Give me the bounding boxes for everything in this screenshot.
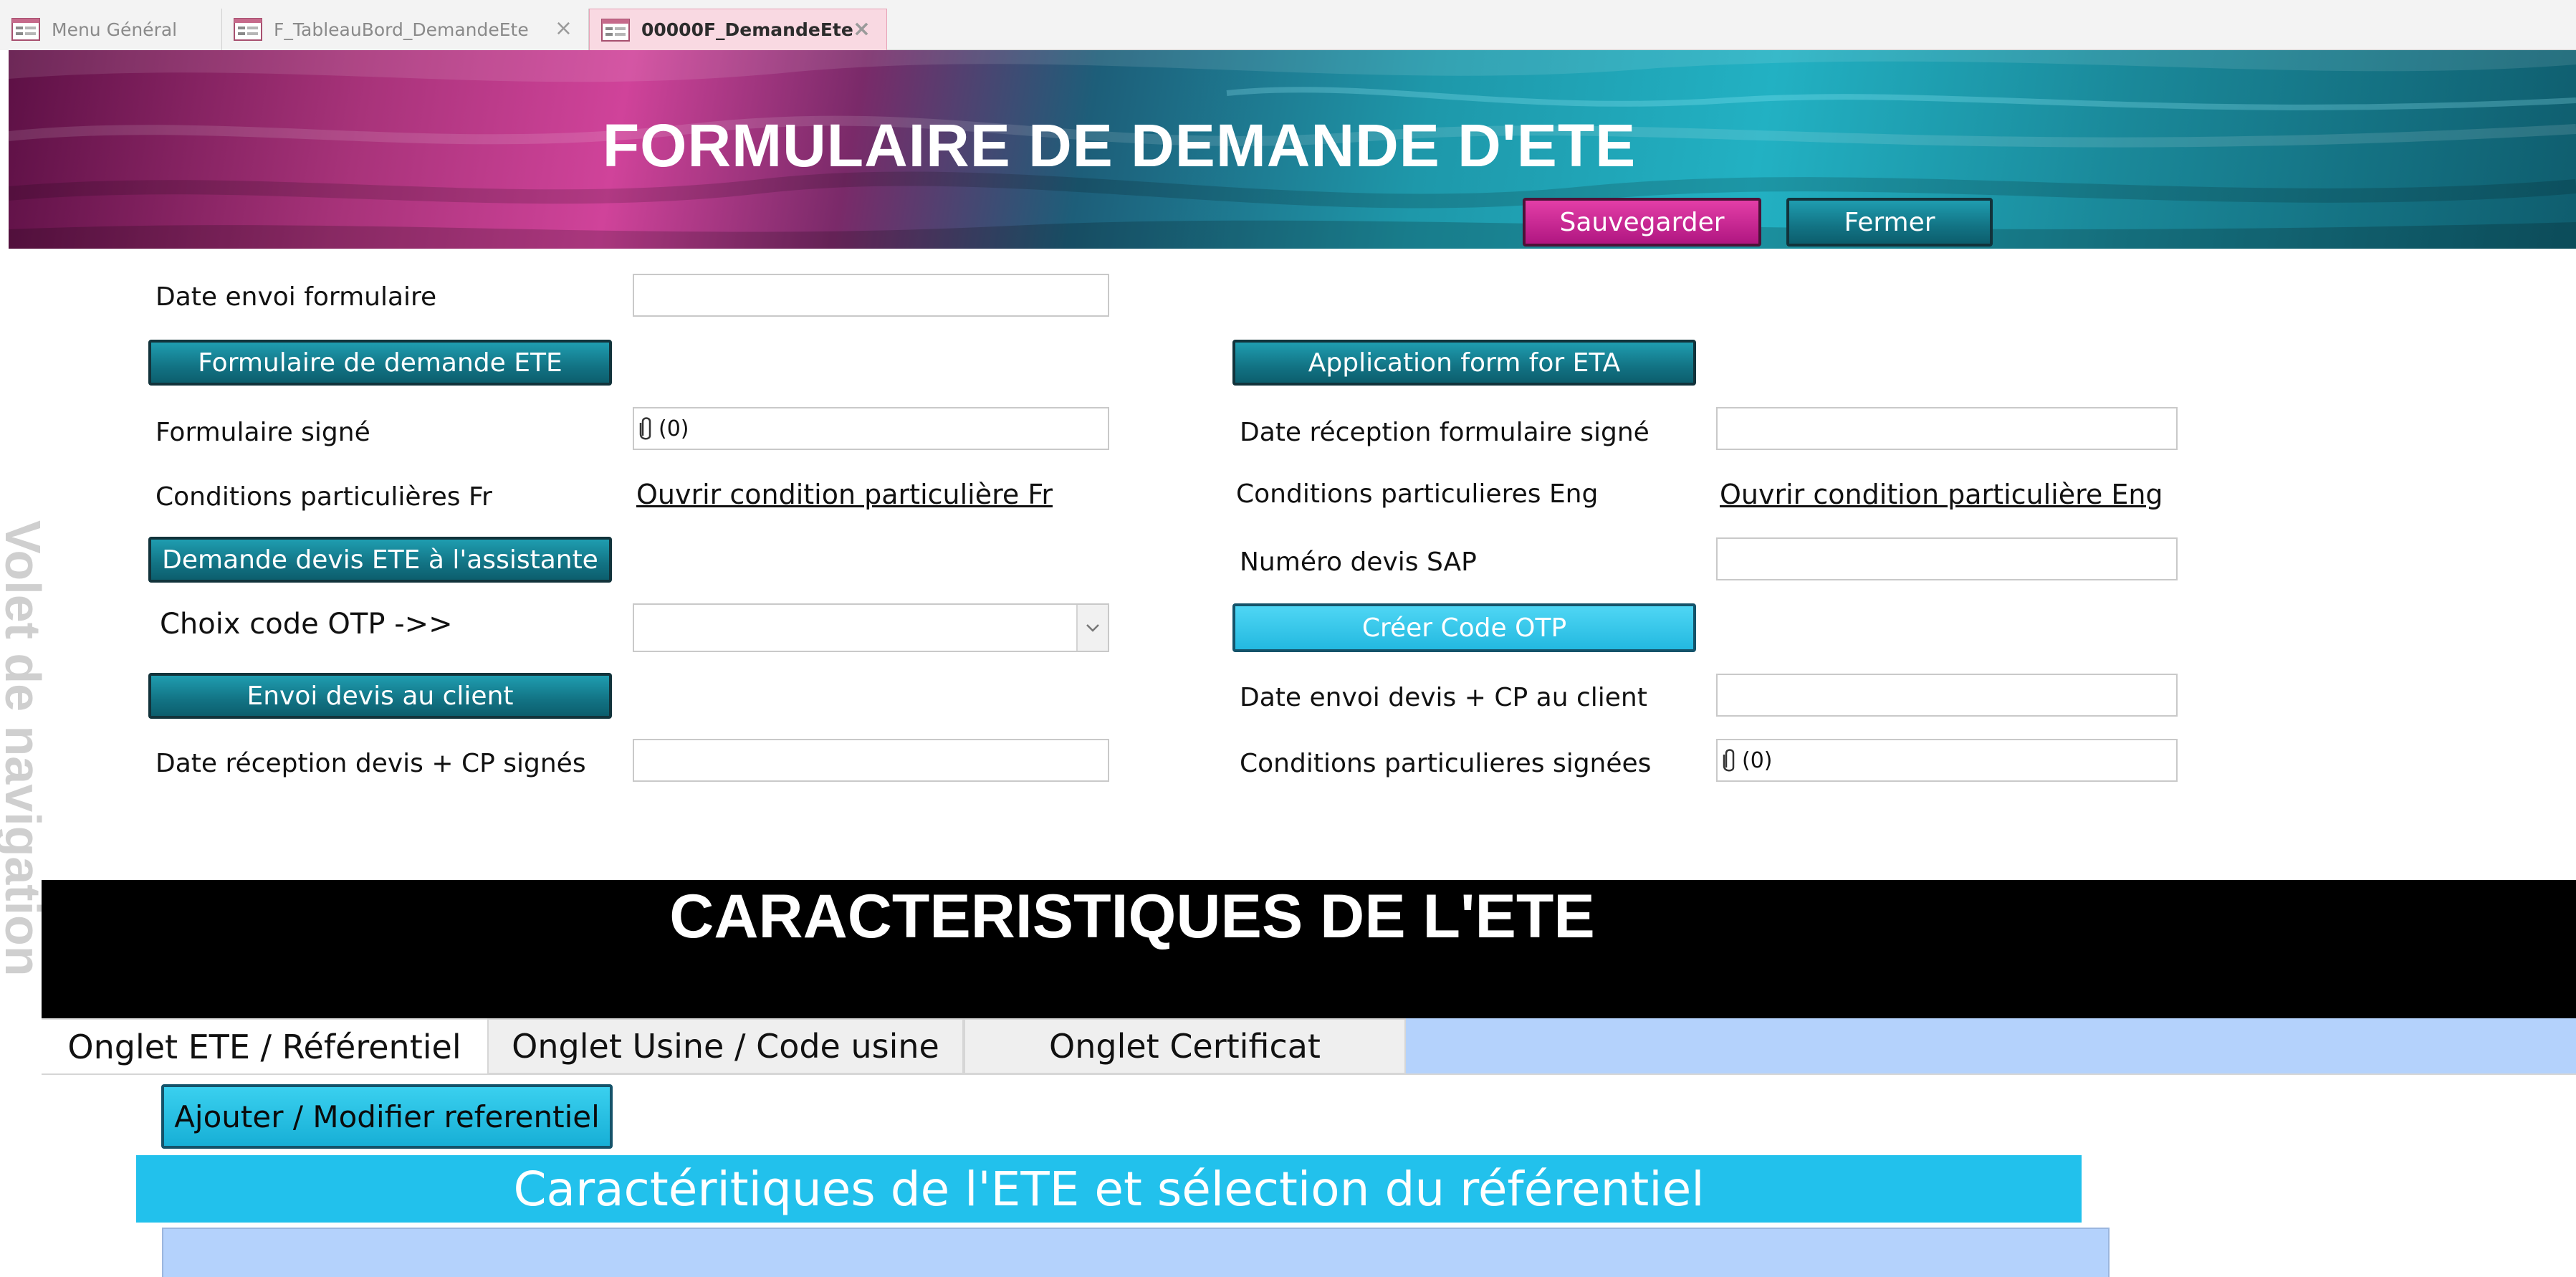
application-form-eta-button[interactable]: Application form for ETA <box>1232 340 1696 386</box>
add-modify-referentiel-button[interactable]: Ajouter / Modifier referentiel <box>161 1084 613 1149</box>
date-reception-devis-label: Date réception devis + CP signés <box>155 749 586 778</box>
header-banner: FORMULAIRE DE DEMANDE D'ETE <box>9 50 2576 249</box>
conditions-fr-label: Conditions particulières Fr <box>155 482 492 512</box>
paperclip-icon <box>1723 749 1735 772</box>
paperclip-icon <box>639 417 651 440</box>
choix-otp-label: Choix code OTP ->> <box>160 608 453 641</box>
create-otp-code-button[interactable]: Créer Code OTP <box>1232 603 1696 652</box>
form-icon <box>234 18 262 41</box>
tab-label: Onglet ETE / Référentiel <box>67 1028 461 1066</box>
conditions-signees-label: Conditions particulieres signées <box>1240 749 1652 778</box>
doc-tab-demande-ete[interactable]: 00000F_DemandeEte × <box>589 9 887 50</box>
tab-ete-referentiel[interactable]: Onglet ETE / Référentiel <box>42 1018 487 1074</box>
document-tab-strip: Menu Général F_TableauBord_DemandeEte × … <box>0 0 2576 50</box>
numero-devis-label: Numéro devis SAP <box>1240 547 1477 577</box>
formulaire-signe-label: Formulaire signé <box>155 418 370 447</box>
attachment-count: (0) <box>659 416 689 441</box>
referentiel-subheading: Caractéritiques de l'ETE et sélection du… <box>136 1155 2082 1223</box>
form-icon <box>601 18 630 42</box>
numero-devis-field[interactable] <box>1716 537 2178 580</box>
section-tab-control: Onglet ETE / Référentiel Onglet Usine / … <box>42 1018 2576 1074</box>
doc-tab-menu-general[interactable]: Menu Général <box>0 9 222 50</box>
doc-tab-label: 00000F_DemandeEte <box>641 19 853 40</box>
tab-label: Onglet Certificat <box>1049 1027 1321 1066</box>
form-icon <box>11 18 40 41</box>
date-envoi-label: Date envoi formulaire <box>155 282 437 312</box>
choix-otp-combobox[interactable] <box>633 603 1109 652</box>
date-envoi-devis-field[interactable] <box>1716 674 2178 717</box>
doc-tab-tableau-bord[interactable]: F_TableauBord_DemandeEte × <box>222 9 589 50</box>
open-conditions-fr-link[interactable]: Ouvrir condition particulière Fr <box>636 479 1053 510</box>
chevron-down-icon[interactable] <box>1076 605 1108 651</box>
demande-devis-button[interactable]: Demande devis ETE à l'assistante <box>148 537 612 583</box>
date-envoi-devis-label: Date envoi devis + CP au client <box>1240 683 1647 712</box>
close-icon[interactable]: × <box>555 16 573 41</box>
date-reception-devis-field[interactable] <box>633 739 1109 782</box>
date-envoi-field[interactable] <box>633 274 1109 317</box>
formulaire-signe-attachment-field[interactable]: (0) <box>633 407 1109 450</box>
envoi-devis-client-button[interactable]: Envoi devis au client <box>148 673 612 719</box>
formulaire-demande-ete-button[interactable]: Formulaire de demande ETE <box>148 340 612 386</box>
tab-certificat[interactable]: Onglet Certificat <box>964 1018 1406 1074</box>
referentiel-subform[interactable] <box>162 1228 2110 1277</box>
doc-tab-label: F_TableauBord_DemandeEte <box>274 19 529 40</box>
conditions-signees-attachment-field[interactable]: (0) <box>1716 739 2178 782</box>
section-title: CARACTERISTIQUES DE L'ETE <box>669 882 1595 951</box>
form-title: FORMULAIRE DE DEMANDE D'ETE <box>602 112 1637 179</box>
open-conditions-eng-link[interactable]: Ouvrir condition particulière Eng <box>1720 479 2163 510</box>
doc-tab-label: Menu Général <box>52 19 178 40</box>
attachment-count: (0) <box>1742 747 1773 773</box>
close-form-button[interactable]: Fermer <box>1786 198 1993 247</box>
tab-label: Onglet Usine / Code usine <box>512 1027 939 1066</box>
save-button[interactable]: Sauvegarder <box>1523 198 1761 247</box>
tab-usine-code-usine[interactable]: Onglet Usine / Code usine <box>487 1018 964 1074</box>
tab-strip-background <box>1406 1018 2576 1074</box>
conditions-eng-label: Conditions particulieres Eng <box>1236 479 1599 509</box>
tab-divider <box>42 1073 2576 1075</box>
close-icon[interactable]: × <box>853 16 871 42</box>
date-reception-signe-field[interactable] <box>1716 407 2178 450</box>
date-reception-signe-label: Date réception formulaire signé <box>1240 418 1649 447</box>
